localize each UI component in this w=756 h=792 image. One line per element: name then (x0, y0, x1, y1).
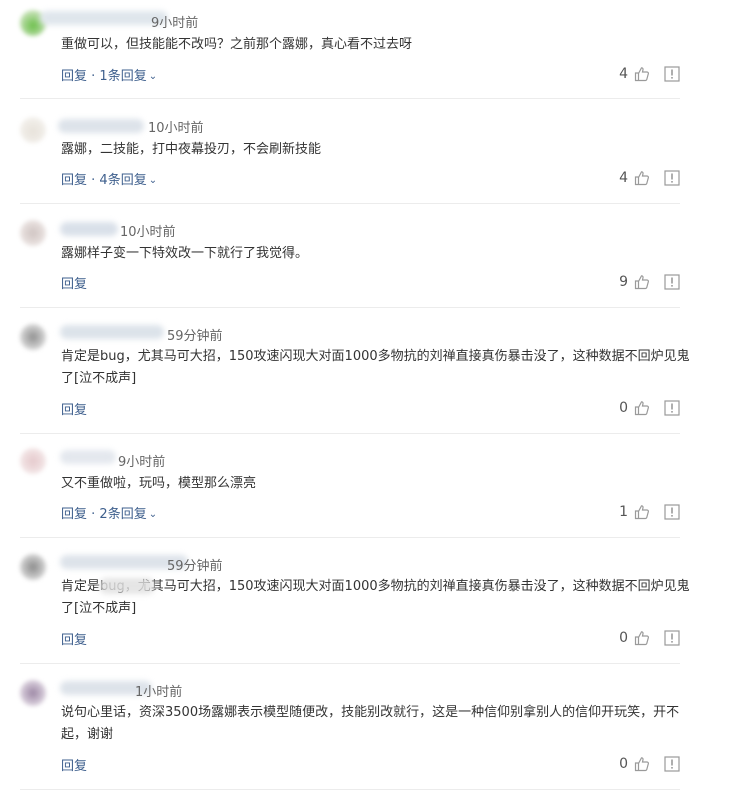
like-count: 1 (619, 504, 628, 520)
reply-button[interactable]: 回复 (61, 759, 87, 774)
chevron-down-icon: ⌄ (148, 509, 158, 520)
comment-item: 1小时前 说句心里话，资深3500场露娜表示模型随便改，技能别改就行，这是一种信… (20, 664, 680, 790)
view-replies-button[interactable]: 1条回复 ⌄ (99, 69, 157, 84)
comment-tools: 4 (619, 66, 680, 82)
chevron-down-icon: ⌄ (148, 71, 158, 82)
reply-button[interactable]: 回复 (61, 173, 87, 188)
comment-time: 10小时前 (148, 121, 204, 136)
comment-time: 59分钟前 (167, 329, 223, 344)
avatar[interactable] (20, 324, 46, 350)
reply-button[interactable]: 回复 (61, 403, 87, 418)
avatar[interactable] (20, 448, 46, 474)
username-blurred[interactable] (60, 325, 164, 339)
avatar[interactable] (20, 220, 46, 246)
comment-text: 重做可以，但技能能不改吗？之前那个露娜，真心看不过去呀 (61, 37, 413, 52)
username-blurred[interactable] (58, 119, 144, 133)
comment-item: 59分钟前 肯定是bug，尤其马可大招，150攻速闪现大对面1000多物抗的刘禅… (20, 538, 690, 664)
comment-text: 露娜，二技能，打中夜幕投刃，不会刷新技能 (61, 142, 322, 157)
comment-actions: 回复 · 4条回复 ⌄ (61, 169, 157, 188)
comment-time: 9小时前 (151, 16, 199, 31)
view-replies-button[interactable]: 2条回复 ⌄ (99, 507, 157, 522)
comment-actions: 回复 (61, 273, 87, 292)
comment-actions: 回复 (61, 399, 87, 418)
like-count: 0 (619, 756, 628, 772)
comment-tools: 4 (619, 170, 680, 186)
view-replies-label: 4条回复 (99, 173, 147, 188)
comment-text: 又不重做啦，玩吗，模型那么漂亮 (61, 476, 257, 491)
separator: · (87, 69, 100, 84)
comment-text: 肯定是bug，尤其马可大招，150攻速闪现大对面1000多物抗的刘禅直接真伤暴击… (61, 579, 690, 616)
comment-tools: 0 (619, 630, 680, 646)
comment-item: 9小时前 又不重做啦，玩吗，模型那么漂亮 回复 · 2条回复 ⌄ 1 (20, 434, 680, 538)
report-icon[interactable] (664, 400, 680, 416)
avatar[interactable] (20, 554, 46, 580)
chevron-down-icon: ⌄ (148, 175, 158, 186)
thumb-up-icon[interactable] (634, 170, 650, 186)
comment-text: 说句心里话，资深3500场露娜表示模型随便改，技能别改就行，这是一种信仰别拿别人… (61, 705, 680, 742)
like-count: 4 (619, 66, 628, 82)
report-icon[interactable] (664, 274, 680, 290)
report-icon[interactable] (664, 170, 680, 186)
like-count: 0 (619, 630, 628, 646)
view-replies-label: 2条回复 (99, 507, 147, 522)
comment-text: 露娜样子变一下特效改一下就行了我觉得。 (61, 246, 309, 261)
comment-time: 10小时前 (120, 225, 176, 240)
report-icon[interactable] (664, 66, 680, 82)
avatar[interactable] (20, 680, 46, 706)
comment-time: 59分钟前 (167, 559, 223, 574)
comment-item: 10小时前 露娜样子变一下特效改一下就行了我觉得。 回复 9 (20, 204, 680, 308)
comment-tools: 1 (619, 504, 680, 520)
comment-list: 9小时前 重做可以，但技能能不改吗？之前那个露娜，真心看不过去呀 回复 · 1条… (0, 0, 756, 792)
separator: · (87, 507, 100, 522)
comment-tools: 0 (619, 400, 680, 416)
reply-button[interactable]: 回复 (61, 633, 87, 648)
reply-button[interactable]: 回复 (61, 69, 87, 84)
comment-tools: 9 (619, 274, 680, 290)
comment-item: 9小时前 重做可以，但技能能不改吗？之前那个露娜，真心看不过去呀 回复 · 1条… (20, 0, 680, 99)
view-replies-button[interactable]: 4条回复 ⌄ (99, 173, 157, 188)
comment-tools: 0 (619, 756, 680, 772)
comment-time: 9小时前 (118, 455, 166, 470)
thumb-up-icon[interactable] (634, 504, 650, 520)
comment-item: 10小时前 露娜，二技能，打中夜幕投刃，不会刷新技能 回复 · 4条回复 ⌄ 4 (20, 99, 680, 204)
comment-time: 1小时前 (135, 685, 183, 700)
avatar[interactable] (20, 117, 46, 143)
reply-button[interactable]: 回复 (61, 507, 87, 522)
report-icon[interactable] (664, 630, 680, 646)
username-blurred[interactable] (40, 11, 168, 25)
thumb-up-icon[interactable] (634, 66, 650, 82)
reply-button[interactable]: 回复 (61, 277, 87, 292)
report-icon[interactable] (664, 756, 680, 772)
blur-overlay (99, 578, 155, 594)
username-blurred[interactable] (60, 222, 118, 236)
thumb-up-icon[interactable] (634, 400, 650, 416)
view-replies-label: 1条回复 (99, 69, 147, 84)
comment-actions: 回复 · 2条回复 ⌄ (61, 503, 157, 522)
report-icon[interactable] (664, 504, 680, 520)
comment-actions: 回复 (61, 629, 87, 648)
like-count: 4 (619, 170, 628, 186)
username-blurred[interactable] (60, 450, 116, 464)
comment-text: 肯定是bug，尤其马可大招，150攻速闪现大对面1000多物抗的刘禅直接真伤暴击… (61, 349, 690, 386)
thumb-up-icon[interactable] (634, 756, 650, 772)
comment-actions: 回复 (61, 755, 87, 774)
comment-actions: 回复 · 1条回复 ⌄ (61, 65, 157, 84)
comment-item: 59分钟前 肯定是bug，尤其马可大招，150攻速闪现大对面1000多物抗的刘禅… (20, 308, 690, 434)
separator: · (87, 173, 100, 188)
like-count: 9 (619, 274, 628, 290)
thumb-up-icon[interactable] (634, 274, 650, 290)
like-count: 0 (619, 400, 628, 416)
thumb-up-icon[interactable] (634, 630, 650, 646)
